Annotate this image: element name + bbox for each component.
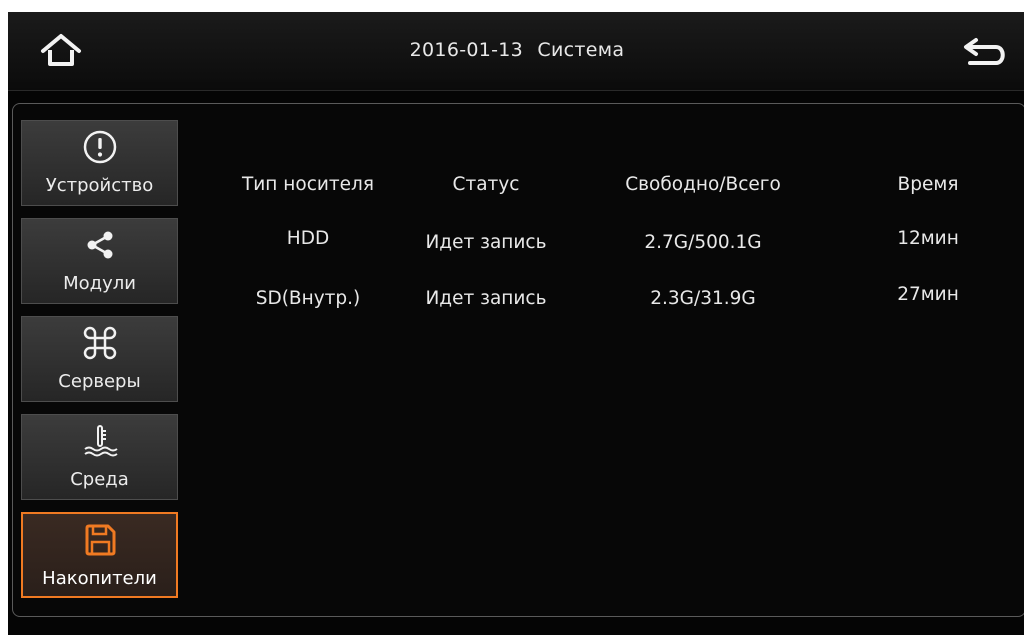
sidebar-item-label: Модули: [63, 273, 136, 294]
column-header-time: Время: [897, 174, 959, 195]
sidebar-item-environment[interactable]: Среда: [21, 414, 178, 500]
sidebar-item-label: Серверы: [58, 371, 141, 392]
sidebar-item-label: Среда: [70, 469, 129, 490]
info-icon: [83, 130, 116, 164]
cell-status: Идет запись: [425, 288, 547, 309]
column-header-media-type: Тип носителя: [241, 174, 375, 195]
header-title: 2016-01-13 Система: [8, 39, 1024, 61]
sidebar-item-modules[interactable]: Модули: [21, 218, 178, 304]
sidebar-item-label: Накопители: [42, 568, 157, 589]
floppy-icon: [85, 524, 115, 556]
header-date: 2016-01-13: [409, 39, 524, 61]
device-screen: 2016-01-13 Система Устройство Модули Сер…: [8, 12, 1024, 635]
cell-free-total: 2.7G/500.1G: [644, 232, 762, 253]
top-bar: 2016-01-13 Система: [8, 12, 1024, 91]
sidebar-item-storage[interactable]: Накопители: [21, 512, 178, 598]
column-header-free-total: Свободно/Всего: [625, 174, 781, 195]
content-panel: Устройство Модули Серверы Среда Накопите…: [12, 103, 1024, 617]
sidebar-item-servers[interactable]: Серверы: [21, 316, 178, 402]
cell-free-total: 2.3G/31.9G: [650, 288, 756, 309]
cell-media-type: HDD: [286, 228, 330, 249]
sidebar-item-device[interactable]: Устройство: [21, 120, 178, 206]
back-icon: [964, 38, 1005, 65]
command-icon: [83, 326, 116, 360]
cell-media-type: SD(Внутр.): [255, 288, 361, 309]
cell-time: 12мин: [897, 228, 959, 249]
temperature-icon: [83, 425, 118, 457]
cell-status: Идет запись: [425, 232, 547, 253]
cell-time: 27мин: [897, 284, 959, 305]
sidebar-item-label: Устройство: [45, 175, 154, 196]
share-icon: [87, 231, 112, 259]
column-header-status: Статус: [452, 174, 520, 195]
back-button[interactable]: [958, 30, 1012, 70]
header-section: Система: [537, 39, 625, 61]
